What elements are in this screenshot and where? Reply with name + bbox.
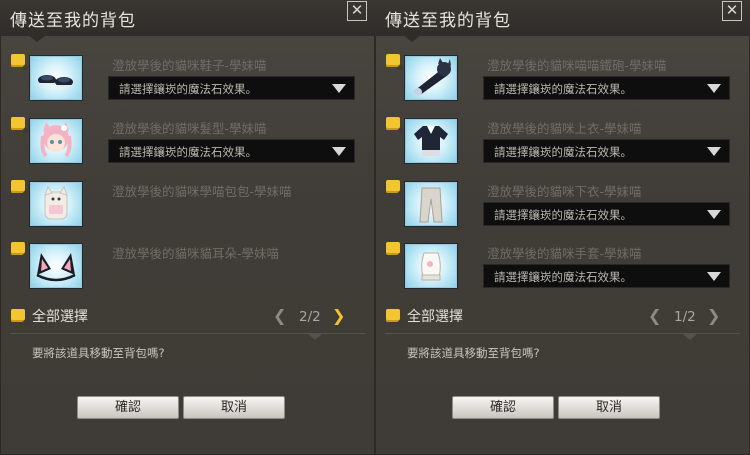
chevron-down-icon[interactable] [332,147,346,156]
item-name: 澄放學後的貓咪喵喵鐵砲-學妹喵 [487,58,667,73]
cat-backpack-icon [30,182,82,226]
cat-gloves-icon [405,244,457,288]
select-all-label[interactable]: 全部選擇 [407,306,463,326]
magic-stone-select[interactable]: 請選擇鑲崁的魔法石效果。 [108,76,355,100]
header-notch [404,36,420,42]
chevron-down-icon[interactable] [707,84,721,93]
dialog-header: 傳送至我的背包 ✕ [0,0,375,36]
select-all-row: 全部選擇 ❮ 1/2 ❯ [375,306,750,328]
divider-notch [308,334,322,340]
page-indicator: 1/2 [674,309,696,325]
list-item: 澄放學後的貓咪下衣-學妹喵 請選擇鑲崁的魔法石效果。 [375,180,750,240]
item-name: 澄放學後的貓咪鞋子-學妹喵 [112,58,267,73]
select-text: 請選擇鑲崁的魔法石效果。 [119,82,257,96]
confirm-button[interactable]: 確認 [77,396,179,419]
dialog-title: 傳送至我的背包 [385,11,511,31]
cat-cannon-icon [405,56,457,100]
divider-notch [683,334,697,340]
item-name: 澄放學後的貓咪下衣-學妹喵 [487,184,642,199]
item-name: 澄放學後的貓咪上衣-學妹喵 [487,121,642,136]
cancel-button[interactable]: 取消 [183,396,285,419]
item-name: 澄放學後的貓咪學喵包包-學妹喵 [112,184,292,199]
list-item: 澄放學後的貓咪喵喵鐵砲-學妹喵 請選擇鑲崁的魔法石效果。 [375,54,750,114]
cat-ears-icon [30,244,82,288]
select-text: 請選擇鑲崁的魔法石效果。 [494,82,632,96]
dialog-title: 傳送至我的背包 [10,11,136,31]
page-indicator: 2/2 [299,309,321,325]
chevron-right-icon[interactable]: ❯ [707,308,720,324]
select-text: 請選擇鑲崁的魔法石效果。 [494,145,632,159]
transfer-dialog-left: 傳送至我的背包 ✕ 澄放學後的貓咪鞋子-學妹喵 請選擇鑲崁的魔法石效果。 澄放學… [0,0,375,455]
chevron-down-icon[interactable] [707,272,721,281]
item-checkbox[interactable] [386,180,400,193]
chevron-left-icon[interactable]: ❮ [648,308,661,324]
item-checkbox[interactable] [386,117,400,130]
item-checkbox[interactable] [386,242,400,255]
chevron-right-icon[interactable]: ❯ [332,308,345,324]
confirm-question: 要將該道具移動至背包嗎? [407,346,540,360]
item-name: 澄放學後的貓咪手套-學妹喵 [487,246,642,261]
cat-hairstyle-icon [30,119,82,163]
list-item: 澄放學後的貓咪鞋子-學妹喵 請選擇鑲崁的魔法石效果。 [0,54,375,114]
chevron-left-icon[interactable]: ❮ [273,308,286,324]
item-checkbox[interactable] [11,180,25,193]
magic-stone-select[interactable]: 請選擇鑲崁的魔法石效果。 [483,202,730,226]
cat-pants-icon [405,182,457,226]
item-checkbox[interactable] [11,54,25,67]
confirm-question: 要將該道具移動至背包嗎? [32,346,165,360]
list-item: 澄放學後的貓咪貓耳朵-學妹喵 [0,242,375,302]
select-all-checkbox[interactable] [11,309,25,322]
magic-stone-select[interactable]: 請選擇鑲崁的魔法石效果。 [483,139,730,163]
list-item: 澄放學後的貓咪手套-學妹喵 請選擇鑲崁的魔法石效果。 [375,242,750,302]
transfer-dialog-right: 傳送至我的背包 ✕ 澄放學後的貓咪喵喵鐵砲-學妹喵 請選擇鑲崁的魔法石效果。 澄… [375,0,750,455]
magic-stone-select[interactable]: 請選擇鑲崁的魔法石效果。 [108,139,355,163]
cat-shoes-icon [30,56,82,100]
list-item: 澄放學後的貓咪髮型-學妹喵 請選擇鑲崁的魔法石效果。 [0,117,375,177]
item-checkbox[interactable] [11,242,25,255]
chevron-down-icon[interactable] [707,147,721,156]
dialog-header: 傳送至我的背包 ✕ [375,0,750,36]
confirm-button[interactable]: 確認 [452,396,554,419]
chevron-down-icon[interactable] [707,210,721,219]
item-name: 澄放學後的貓咪髮型-學妹喵 [112,121,267,136]
select-text: 請選擇鑲崁的魔法石效果。 [494,270,632,284]
header-notch [29,36,45,42]
cat-top-icon [405,119,457,163]
cancel-button[interactable]: 取消 [558,396,660,419]
item-checkbox[interactable] [11,117,25,130]
magic-stone-select[interactable]: 請選擇鑲崁的魔法石效果。 [483,264,730,288]
close-icon[interactable]: ✕ [722,1,742,21]
list-item: 澄放學後的貓咪上衣-學妹喵 請選擇鑲崁的魔法石效果。 [375,117,750,177]
select-all-label[interactable]: 全部選擇 [32,306,88,326]
chevron-down-icon[interactable] [332,84,346,93]
item-checkbox[interactable] [386,54,400,67]
list-item: 澄放學後的貓咪學喵包包-學妹喵 [0,180,375,240]
item-name: 澄放學後的貓咪貓耳朵-學妹喵 [112,246,280,261]
select-text: 請選擇鑲崁的魔法石效果。 [119,145,257,159]
close-icon[interactable]: ✕ [347,1,367,21]
select-all-row: 全部選擇 ❮ 2/2 ❯ [0,306,375,328]
select-text: 請選擇鑲崁的魔法石效果。 [494,208,632,222]
select-all-checkbox[interactable] [386,309,400,322]
magic-stone-select[interactable]: 請選擇鑲崁的魔法石效果。 [483,76,730,100]
